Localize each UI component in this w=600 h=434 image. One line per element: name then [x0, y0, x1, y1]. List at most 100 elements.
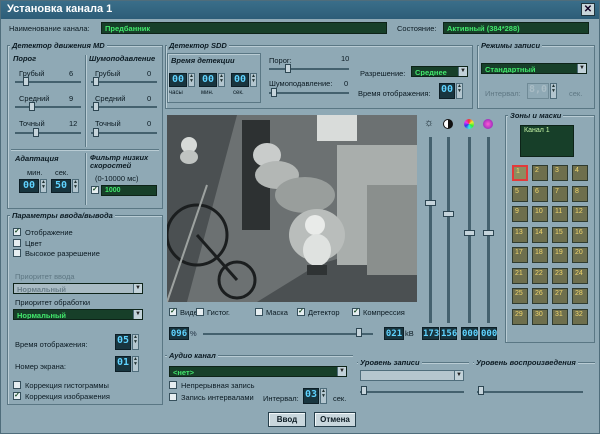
md-noise-fine-label: Точный: [95, 119, 121, 128]
screen-number-label: Номер экрана:: [15, 362, 67, 371]
md-medium-slider[interactable]: [29, 102, 35, 111]
display-checkbox[interactable]: ✓: [13, 228, 21, 236]
zone-cell-28[interactable]: 28: [572, 288, 588, 304]
zone-cell-12[interactable]: 12: [572, 206, 588, 222]
sdd-threshold-slider[interactable]: [285, 64, 291, 73]
adapt-min-label: мин.: [27, 168, 43, 177]
channel-name-label: Наименование канала:: [9, 24, 90, 33]
zone-cell-5[interactable]: 5: [512, 185, 528, 202]
adapt-min-spinner[interactable]: ▲ ▼: [40, 179, 47, 193]
sdd-resolution-select[interactable]: Среднее ▼: [411, 66, 468, 77]
adapt-sec-spinner[interactable]: ▲ ▼: [72, 179, 79, 193]
hue-value: 000: [461, 327, 479, 340]
hist-checkbox[interactable]: [196, 308, 204, 316]
zone-cell-9[interactable]: 9: [512, 206, 528, 222]
screen-number-spinner[interactable]: ▲ ▼: [132, 356, 139, 372]
sdd-noise-slider[interactable]: [271, 88, 277, 97]
mask-label: Маска: [266, 308, 288, 317]
audio-interval-spinner[interactable]: ▲ ▼: [320, 388, 327, 404]
zone-cell-11[interactable]: 11: [552, 206, 568, 222]
zone-cell-26[interactable]: 26: [532, 288, 548, 304]
zone-cell-25[interactable]: 25: [512, 288, 528, 304]
sdd-hours-spinner[interactable]: ▲ ▼: [188, 73, 195, 87]
lpf-checkbox[interactable]: ✓: [91, 186, 99, 194]
zone-cell-30[interactable]: 30: [532, 308, 548, 325]
md-coarse-slider[interactable]: [23, 77, 29, 86]
zone-cell-14[interactable]: 14: [532, 226, 548, 243]
contrast-slider[interactable]: [443, 211, 454, 217]
sdd-noise-label: Шумоподавление:: [269, 79, 333, 88]
compression-slider[interactable]: [356, 328, 362, 337]
zone-cell-13[interactable]: 13: [512, 226, 528, 243]
zone-cell-16[interactable]: 16: [572, 226, 588, 243]
zone-cell-8[interactable]: 8: [572, 185, 588, 202]
sdd-min-spinner[interactable]: ▲ ▼: [218, 73, 225, 87]
color-label: Цвет: [25, 239, 42, 248]
hires-checkbox[interactable]: [13, 249, 21, 257]
sdd-min-display: 00: [199, 73, 217, 87]
rec-level-select[interactable]: ▼: [360, 370, 464, 381]
zone-cell-18[interactable]: 18: [532, 247, 548, 263]
hist-correction-checkbox[interactable]: [13, 381, 21, 389]
sdd-sec-label: сек.: [233, 90, 244, 96]
quality-unit: %: [190, 329, 197, 338]
mask-checkbox[interactable]: [255, 308, 263, 316]
cancel-button[interactable]: Отмена: [314, 412, 356, 427]
zone-cell-17[interactable]: 17: [512, 247, 528, 263]
zone-cell-21[interactable]: 21: [512, 267, 528, 284]
img-correction-label: Коррекция изображения: [25, 392, 110, 401]
md-fine-slider[interactable]: [33, 128, 39, 137]
zone-cell-24[interactable]: 24: [572, 267, 588, 284]
audio-channel-select[interactable]: <нет> ▼: [169, 366, 347, 377]
hue-slider[interactable]: [464, 230, 475, 236]
camera-preview[interactable]: [167, 115, 417, 302]
zone-cell-3[interactable]: 3: [552, 165, 568, 181]
proc-priority-select[interactable]: Нормальный ▼: [13, 309, 143, 320]
continuous-rec-checkbox[interactable]: [169, 381, 177, 389]
zone-cell-1[interactable]: 1: [512, 165, 528, 181]
md-noise-fine-value: 0: [147, 119, 152, 128]
zone-cell-4[interactable]: 4: [572, 165, 588, 181]
zones-title: Зоны и маски: [508, 111, 564, 120]
zone-cell-7[interactable]: 7: [552, 185, 568, 202]
play-level-slider[interactable]: [478, 386, 484, 395]
brightness-slider[interactable]: [425, 200, 436, 206]
rec-modes-group: [477, 45, 595, 109]
img-correction-checkbox[interactable]: ✓: [13, 392, 21, 400]
detector-checkbox[interactable]: ✓: [297, 308, 305, 316]
rec-level-slider[interactable]: [361, 386, 367, 395]
saturation-slider[interactable]: [483, 230, 494, 236]
md-noise-medium-slider[interactable]: [93, 102, 99, 111]
ok-button[interactable]: Ввод: [268, 412, 306, 427]
display-time-spinner[interactable]: ▲ ▼: [132, 334, 139, 350]
close-button[interactable]: ✕: [581, 3, 595, 16]
channel-name-input[interactable]: Предбанник: [101, 22, 387, 34]
zone-cell-27[interactable]: 27: [552, 288, 568, 304]
zone-cell-19[interactable]: 19: [552, 247, 568, 263]
sdd-display-time-label: Время отображения:: [358, 89, 431, 98]
color-checkbox[interactable]: [13, 239, 21, 247]
video-checkbox[interactable]: ✓: [169, 308, 177, 316]
zone-cell-20[interactable]: 20: [572, 247, 588, 263]
zone-cell-15[interactable]: 15: [552, 226, 568, 243]
zone-cell-23[interactable]: 23: [552, 267, 568, 284]
zone-cell-22[interactable]: 22: [532, 267, 548, 284]
input-priority-select[interactable]: Нормальный ▼: [13, 283, 143, 294]
lpf-value[interactable]: 1000: [101, 185, 157, 196]
zone-cell-6[interactable]: 6: [532, 185, 548, 202]
sdd-display-time-display: 00: [439, 83, 455, 99]
md-noise-fine-slider[interactable]: [93, 128, 99, 137]
sdd-display-time-spinner[interactable]: ▲ ▼: [456, 83, 463, 99]
md-noise-coarse-slider[interactable]: [93, 77, 99, 86]
zone-cell-29[interactable]: 29: [512, 308, 528, 325]
rec-mode-select[interactable]: Стандартный ▼: [481, 63, 587, 74]
zone-cell-10[interactable]: 10: [532, 206, 548, 222]
sdd-sec-spinner[interactable]: ▲ ▼: [250, 73, 257, 87]
zone-cell-2[interactable]: 2: [532, 165, 548, 181]
zone-cell-31[interactable]: 31: [552, 308, 568, 325]
compression-checkbox[interactable]: ✓: [352, 308, 360, 316]
interval-rec-checkbox[interactable]: [169, 393, 177, 401]
sdd-time-header: Время детекции: [171, 56, 235, 65]
zone-cell-32[interactable]: 32: [572, 308, 588, 325]
rec-interval-spinner[interactable]: ▲ ▼: [550, 83, 557, 99]
